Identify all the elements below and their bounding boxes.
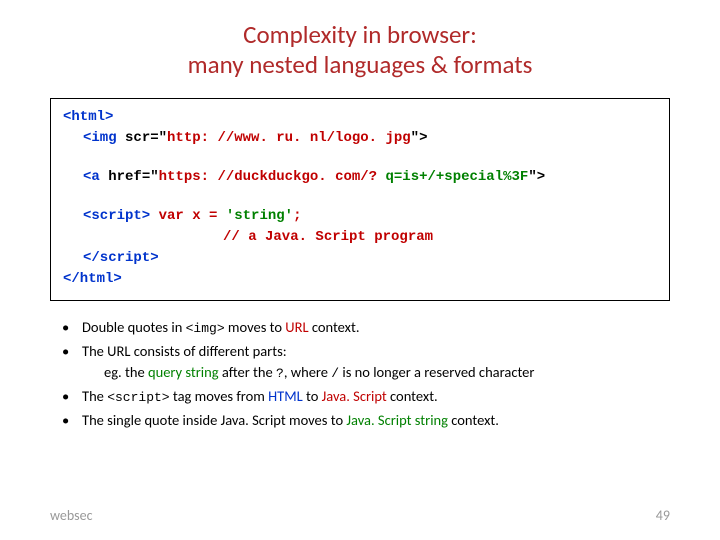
bullet-2-sub: eg. the query string after the ?, where …	[82, 362, 670, 384]
code-line-3: <a href="https: //duckduckgo. com/? q=is…	[63, 167, 657, 188]
code-line-6: </script>	[63, 248, 657, 269]
code-line-5: // a Java. Script program	[63, 227, 657, 248]
bullet-1: Double quotes in <img> moves to URL cont…	[60, 317, 670, 339]
code-line-4: <script> var x = 'string';	[63, 206, 657, 227]
page-number: 49	[656, 507, 670, 524]
footer-label: websec	[50, 507, 93, 524]
code-line-1: <html>	[63, 107, 657, 128]
code-line-7: </html>	[63, 269, 657, 290]
code-blank-1	[63, 149, 657, 167]
bullet-3: The <script> tag moves from HTML to Java…	[60, 386, 670, 408]
slide-title: Complexity in browser: many nested langu…	[50, 20, 670, 80]
code-blank-2	[63, 188, 657, 206]
title-line-1: Complexity in browser:	[243, 19, 477, 50]
bullet-4: The single quote inside Java. Script mov…	[60, 410, 670, 431]
slide-footer: websec 49	[50, 507, 670, 524]
code-sample-box: <html> <img scr="http: //www. ru. nl/log…	[50, 98, 670, 301]
bullet-2: The URL consists of different parts: eg.…	[60, 341, 670, 384]
title-line-2: many nested languages & formats	[188, 49, 533, 80]
bullet-list: Double quotes in <img> moves to URL cont…	[60, 317, 670, 431]
code-line-2: <img scr="http: //www. ru. nl/logo. jpg"…	[63, 128, 657, 149]
